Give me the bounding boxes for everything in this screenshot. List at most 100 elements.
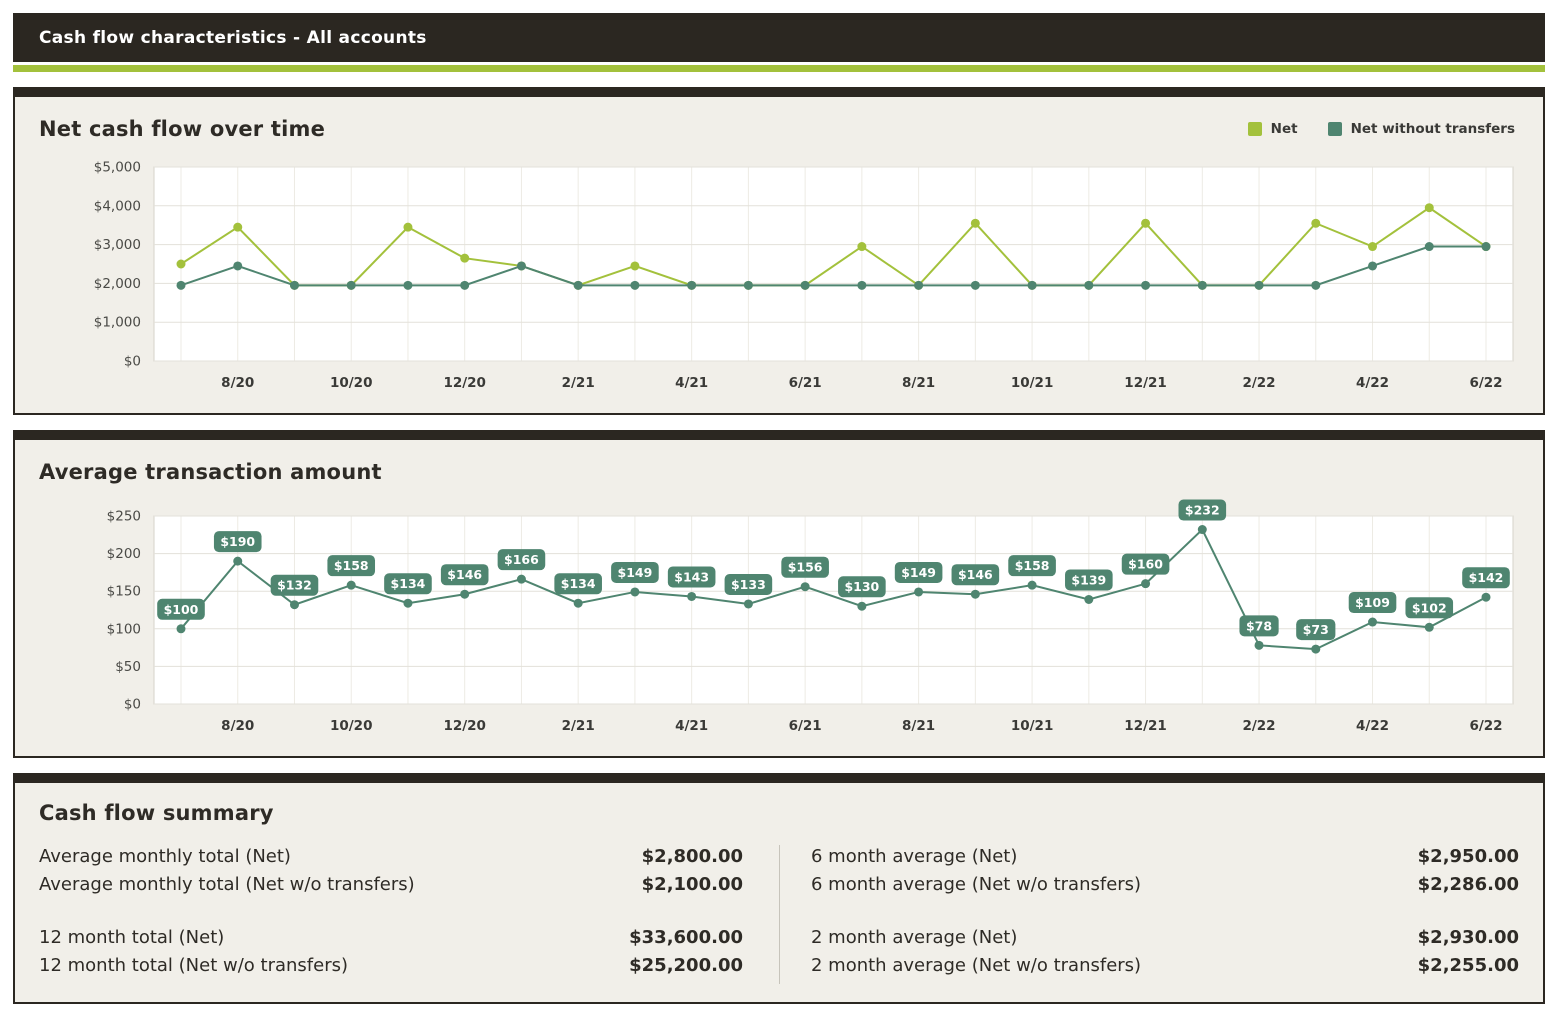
svg-text:$5,000: $5,000	[94, 160, 141, 176]
summary-value: $2,286.00	[1418, 871, 1519, 899]
plot-area	[154, 167, 1513, 361]
cash-flow-summary-panel: Cash flow summary Average monthly total …	[13, 773, 1545, 1004]
summary-divider	[779, 845, 780, 984]
avg-transaction-title: Average transaction amount	[39, 460, 382, 484]
summary-value: $2,100.00	[642, 871, 743, 899]
svg-text:$166: $166	[504, 552, 539, 567]
summary-row-right-0: 6 month average (Net) $2,950.00	[811, 843, 1519, 871]
net-without-transfers-legend-swatch	[1328, 122, 1342, 136]
net-legend-label: Net	[1271, 121, 1298, 137]
svg-text:2/22: 2/22	[1242, 375, 1275, 391]
net-cash-flow-panel: Net cash flow over time Net Net without …	[13, 87, 1545, 415]
svg-text:10/21: 10/21	[1011, 718, 1054, 734]
svg-text:4/21: 4/21	[675, 718, 708, 734]
svg-text:$1,000: $1,000	[94, 315, 141, 331]
svg-text:$50: $50	[115, 659, 141, 675]
svg-text:12/20: 12/20	[443, 718, 486, 734]
summary-label: 6 month average (Net)	[811, 843, 1017, 871]
xtick-labels: 8/2010/2012/202/214/216/218/2110/2112/21…	[221, 718, 1502, 734]
net-without-transfers-legend-label: Net without transfers	[1351, 121, 1515, 137]
svg-text:$109: $109	[1355, 595, 1390, 610]
summary-label: 12 month total (Net)	[39, 924, 224, 952]
svg-text:4/22: 4/22	[1356, 375, 1389, 391]
summary-grid: Average monthly total (Net) $2,800.00 Aver…	[39, 843, 1519, 990]
svg-text:$150: $150	[107, 584, 141, 600]
svg-text:$160: $160	[1128, 557, 1163, 572]
summary-label: 6 month average (Net w/o transfers)	[811, 871, 1141, 899]
accent-bar	[13, 65, 1545, 72]
svg-text:10/21: 10/21	[1011, 375, 1054, 391]
svg-text:2/21: 2/21	[562, 375, 595, 391]
summary-row-left-1: Average monthly total (Net w/o transfers…	[39, 871, 743, 899]
avg-transaction-chart: $0$50$100$150$200$2508/2010/2012/202/214…	[39, 498, 1521, 744]
svg-text:$190: $190	[220, 534, 255, 549]
summary-label: Average monthly total (Net)	[39, 843, 291, 871]
net-cash-flow-header: Net cash flow over time Net Net without …	[39, 115, 1519, 143]
summary-row-left-2: 12 month total (Net)$33,600.00	[39, 924, 743, 952]
svg-text:$78: $78	[1246, 618, 1272, 633]
svg-text:$142: $142	[1469, 570, 1504, 585]
summary-value: $2,800.00	[642, 843, 743, 871]
svg-text:$133: $133	[731, 577, 766, 592]
svg-text:12/21: 12/21	[1124, 718, 1167, 734]
legend-item-net: Net	[1248, 121, 1298, 137]
svg-text:$200: $200	[107, 546, 141, 562]
avg-transaction-panel: Average transaction amount $0$50$100$150…	[13, 430, 1545, 758]
report-header: Cash flow characteristics - All accounts	[13, 13, 1545, 62]
svg-text:10/20: 10/20	[330, 718, 373, 734]
svg-text:$156: $156	[788, 560, 823, 575]
summary-row-right-3: 2 month average (Net w/o transfers) $2,25…	[811, 952, 1519, 980]
summary-label: 2 month average (Net w/o transfers)	[811, 952, 1141, 980]
summary-label: Average monthly total (Net w/o transfers…	[39, 871, 415, 899]
svg-text:12/20: 12/20	[443, 375, 486, 391]
report-title: Cash flow characteristics - All accounts	[39, 28, 427, 48]
summary-row-left-3: 12 month total (Net w/o transfers) $25,20…	[39, 952, 743, 980]
summary-right-column: 6 month average (Net)$2,950.006 month av…	[779, 843, 1519, 980]
svg-text:$143: $143	[674, 569, 709, 584]
summary-label: 12 month total (Net w/o transfers)	[39, 952, 348, 980]
net-cash-flow-title: Net cash flow over time	[39, 117, 325, 141]
svg-text:4/22: 4/22	[1356, 718, 1389, 734]
svg-text:$73: $73	[1303, 622, 1329, 637]
summary-label: 2 month average (Net)	[811, 924, 1017, 952]
svg-text:$250: $250	[107, 509, 141, 525]
svg-text:$134: $134	[561, 576, 596, 591]
svg-text:6/21: 6/21	[789, 718, 822, 734]
xtick-labels: 8/20 10/20 12/20 2/21 4/21 6/21 8/21 10/21 12/21…	[221, 375, 1502, 391]
summary-row-right-1: 6 month average (Net w/o transfers) $2,28…	[811, 871, 1519, 899]
cash-flow-summary-title: Cash flow summary	[39, 801, 1519, 825]
svg-text:$146: $146	[447, 567, 482, 582]
svg-text:$146: $146	[958, 567, 993, 582]
svg-text:$149: $149	[618, 565, 653, 580]
net-legend-swatch	[1248, 122, 1262, 136]
summary-left-column: Average monthly total (Net) $2,800.00 Aver…	[39, 843, 779, 980]
svg-text:$130: $130	[844, 579, 879, 594]
svg-text:$139: $139	[1071, 572, 1106, 587]
summary-value: $25,200.00	[629, 952, 743, 980]
svg-text:$3,000: $3,000	[94, 237, 141, 253]
svg-text:8/21: 8/21	[902, 375, 935, 391]
svg-text:10/20: 10/20	[330, 375, 373, 391]
svg-text:$158: $158	[1015, 558, 1050, 573]
svg-text:2/22: 2/22	[1242, 718, 1275, 734]
svg-text:6/21: 6/21	[789, 375, 822, 391]
svg-text:12/21: 12/21	[1124, 375, 1167, 391]
svg-text:$0: $0	[124, 697, 141, 713]
summary-value: $2,255.00	[1418, 952, 1519, 980]
svg-text:8/20: 8/20	[221, 375, 254, 391]
svg-text:8/20: 8/20	[221, 718, 254, 734]
svg-text:$0: $0	[124, 354, 141, 370]
net-cash-flow-chart: $0$1,000$2,000$3,000$4,000$5,0008/2010/2…	[39, 155, 1521, 401]
svg-text:$158: $158	[334, 558, 369, 573]
svg-text:$134: $134	[391, 576, 426, 591]
svg-text:$102: $102	[1412, 600, 1447, 615]
svg-text:$232: $232	[1185, 503, 1220, 518]
svg-text:$2,000: $2,000	[94, 276, 141, 292]
plot-area	[154, 516, 1513, 704]
svg-text:8/21: 8/21	[902, 718, 935, 734]
svg-text:4/21: 4/21	[675, 375, 708, 391]
svg-text:6/22: 6/22	[1469, 718, 1502, 734]
summary-value: $2,930.00	[1418, 924, 1519, 952]
svg-text:$132: $132	[277, 578, 312, 593]
summary-value: $2,950.00	[1418, 843, 1519, 871]
